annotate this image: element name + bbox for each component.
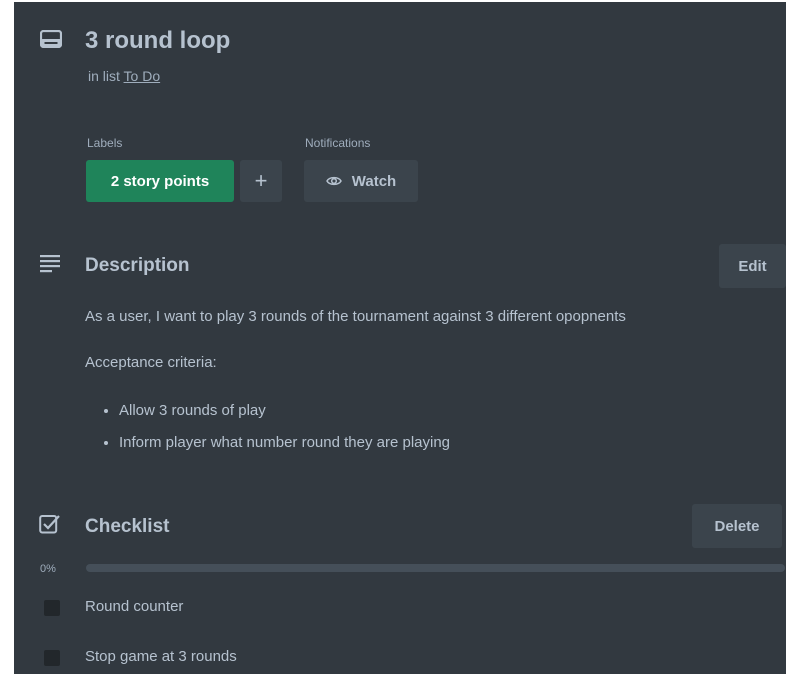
edit-description-button[interactable]: Edit [719,244,786,288]
card-title[interactable]: 3 round loop [85,27,230,55]
delete-checklist-button[interactable]: Delete [692,504,782,548]
labels-heading: Labels [87,136,123,150]
checklist-progress-bar [86,564,785,572]
checklist-item-text[interactable]: Stop game at 3 rounds [85,648,237,665]
watch-label: Watch [351,172,397,190]
label-chip[interactable]: 2 story points [86,160,234,202]
card-icon [40,30,62,48]
checklist-checkbox[interactable] [44,650,60,666]
notifications-heading: Notifications [305,136,371,150]
checklist-item-text[interactable]: Round counter [85,598,183,615]
description-text: As a user, I want to play 3 rounds of th… [85,308,626,325]
list-item: Allow 3 rounds of play [119,400,450,422]
add-label-button[interactable]: + [240,160,282,202]
watch-button[interactable]: Watch [304,160,418,202]
description-icon [40,255,60,273]
list-link[interactable]: To Do [124,68,161,84]
card-detail-panel: 3 round loop in list To Do Labels Notifi… [14,2,786,674]
description-text: Acceptance criteria: [85,354,217,371]
checklist-title: Checklist [85,516,170,537]
card-list-info: in list To Do [88,68,160,84]
checklist-icon [39,515,60,534]
list-item: Inform player what number round they are… [119,432,450,454]
checklist-checkbox[interactable] [44,600,60,616]
in-list-prefix: in list [88,68,120,84]
description-title: Description [85,255,190,276]
acceptance-criteria-list: Allow 3 rounds of play Inform player wha… [85,400,450,464]
progress-percent: 0% [40,563,56,575]
eye-icon [325,176,342,186]
